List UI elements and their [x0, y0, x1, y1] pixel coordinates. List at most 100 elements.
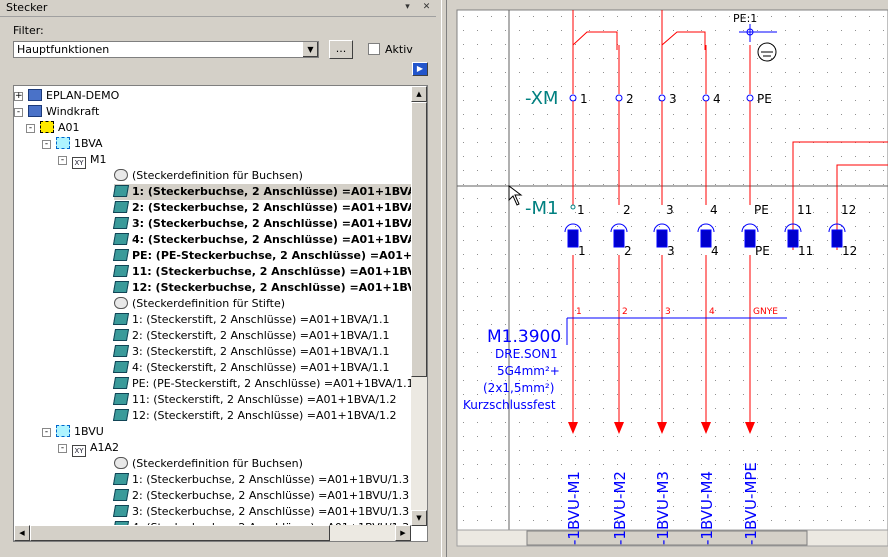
socket-icon: [112, 505, 130, 517]
tree-item[interactable]: 3: (Steckerbuchse, 2 Anschlüsse) =A01+1B…: [112, 216, 428, 232]
tree-item[interactable]: 1: (Steckerbuchse, 2 Anschlüsse) =A01+1B…: [112, 184, 428, 200]
tree-item-label: PE: (PE-Steckerbuchse, 2 Anschlüsse) =A0…: [132, 249, 428, 262]
xm-terminal-label: PE: [757, 92, 772, 106]
pe-top-label: PE:1: [733, 12, 757, 25]
location-icon: [56, 137, 70, 149]
tree-item[interactable]: (Steckerdefinition für Buchsen): [114, 168, 303, 184]
tree-item[interactable]: 2: (Steckerstift, 2 Anschlüsse) =A01+1BV…: [112, 328, 389, 344]
wire-number: 3: [665, 307, 671, 317]
target-label: -1BVU-M2: [611, 471, 629, 545]
tree-item[interactable]: 3: (Steckerbuchse, 2 Anschlüsse) =A01+1B…: [112, 504, 409, 520]
tree-item[interactable]: 2: (Steckerbuchse, 2 Anschlüsse) =A01+1B…: [112, 488, 409, 504]
tree-expander-icon[interactable]: -: [42, 140, 51, 149]
horizontal-scrollbar[interactable]: ◀ ▶: [14, 525, 411, 541]
socket-icon: [112, 217, 130, 229]
plug-pin-icon: [656, 229, 668, 248]
target-label: -1BVU-M4: [698, 471, 716, 545]
tree-item-label: M1: [90, 153, 107, 166]
tree-expander-icon[interactable]: -: [42, 428, 51, 437]
tree-expander-icon[interactable]: +: [14, 92, 23, 101]
xm-terminal: [746, 94, 754, 102]
tree-item[interactable]: 1: (Steckerstift, 2 Anschlüsse) =A01+1BV…: [112, 312, 390, 328]
tree-item[interactable]: 1: (Steckerbuchse, 2 Anschlüsse) =A01+1B…: [112, 472, 409, 488]
tree-item[interactable]: 4: (Steckerstift, 2 Anschlüsse) =A01+1BV…: [112, 360, 389, 376]
tree-item-label: (Steckerdefinition für Buchsen): [132, 169, 303, 182]
tree-expander-icon[interactable]: -: [26, 124, 35, 133]
tree-item[interactable]: PE: (PE-Steckerstift, 2 Anschlüsse) =A01…: [112, 376, 414, 392]
target-label: -1BVU-MPE: [742, 462, 760, 545]
tree-item[interactable]: 1BVA: [56, 136, 103, 152]
tree-item[interactable]: 11: (Steckerbuchse, 2 Anschlüsse) =A01+1…: [112, 264, 427, 280]
vertical-scrollbar[interactable]: ▲ ▼: [411, 86, 427, 526]
xm-terminal: [702, 94, 710, 102]
sheet-background: [456, 9, 888, 538]
target-label: -1BVU-M1: [565, 471, 583, 545]
location-icon: [56, 425, 70, 437]
plug-pin-icon: [744, 229, 756, 248]
scroll-thumb[interactable]: [411, 102, 427, 377]
pin-icon[interactable]: ▾: [402, 2, 413, 13]
tree-item[interactable]: XY M1: [72, 152, 107, 169]
hscroll-thumb[interactable]: [30, 525, 330, 541]
wire-number: 2: [622, 307, 628, 317]
m1-top-label: 4: [710, 203, 718, 217]
browse-button[interactable]: ...: [329, 40, 353, 59]
scroll-left-icon[interactable]: ◀: [14, 525, 30, 541]
plug-pin-icon: [787, 229, 799, 248]
tree-item[interactable]: XY A1A2: [72, 440, 119, 457]
tree-item-label: (Steckerdefinition für Stifte): [132, 297, 286, 310]
close-icon[interactable]: ✕: [421, 2, 432, 13]
tree-item[interactable]: Windkraft: [28, 104, 99, 120]
active-checkbox[interactable]: [368, 43, 380, 55]
tree-item[interactable]: PE: (PE-Steckerbuchse, 2 Anschlüsse) =A0…: [112, 248, 428, 264]
tree-item[interactable]: 12: (Steckerstift, 2 Anschlüsse) =A01+1B…: [112, 408, 396, 424]
tree-expander-icon[interactable]: -: [58, 156, 67, 165]
socket-icon: [112, 281, 130, 293]
plug-pin-icon: [831, 229, 843, 248]
tree-item[interactable]: A01: [40, 120, 80, 136]
tree-expander-icon[interactable]: -: [14, 108, 23, 117]
pin-icon: [112, 377, 130, 389]
cable-id: M1.3900: [487, 327, 561, 347]
definition-icon: [114, 169, 128, 181]
pin-icon: [112, 409, 130, 421]
pin-icon: [112, 329, 130, 341]
tree-item-label: 3: (Steckerbuchse, 2 Anschlüsse) =A01+1B…: [132, 217, 428, 230]
tree-item[interactable]: EPLAN-DEMO: [28, 88, 119, 104]
tree-item[interactable]: 12: (Steckerbuchse, 2 Anschlüsse) =A01+1…: [112, 280, 427, 296]
xy-device-icon: XY: [72, 445, 86, 457]
socket-icon: [112, 249, 130, 261]
schematic-canvas[interactable]: PE:1 -XM 1 2 3 4 PE -M1 1 1 2 2 3 3 4 4 PE PE 11 11 12 12 1 2 3 4…: [447, 0, 888, 557]
scroll-right-icon[interactable]: ▶: [395, 525, 411, 541]
m1-bottom-label: 4: [711, 244, 719, 258]
scroll-down-icon[interactable]: ▼: [411, 510, 427, 526]
m1-top-label: 12: [841, 203, 856, 217]
tree-item-label: PE: (PE-Steckerstift, 2 Anschlüsse) =A01…: [132, 377, 414, 390]
filter-select[interactable]: Hauptfunktionen ▼: [13, 41, 319, 58]
tree-item-label: 1: (Steckerbuchse, 2 Anschlüsse) =A01+1B…: [132, 185, 428, 198]
chevron-down-icon[interactable]: ▼: [302, 42, 318, 57]
tree-item[interactable]: 1BVU: [56, 424, 104, 440]
tree-item-label: 1: (Steckerstift, 2 Anschlüsse) =A01+1BV…: [132, 313, 390, 326]
tree-item[interactable]: 2: (Steckerbuchse, 2 Anschlüsse) =A01+1B…: [112, 200, 427, 216]
xm-terminal-label: 4: [713, 92, 721, 106]
xm-label: -XM: [525, 88, 558, 109]
m1-top-label: PE: [754, 203, 769, 217]
tree-item-label: (Steckerdefinition für Buchsen): [132, 457, 303, 470]
tree-expander-icon[interactable]: -: [58, 444, 67, 453]
tree-item[interactable]: 3: (Steckerstift, 2 Anschlüsse) =A01+1BV…: [112, 344, 389, 360]
connector-tree[interactable]: + EPLAN-DEMO - Windkraft - A01-1BVA - XY M1 (Stec…: [13, 85, 428, 542]
tree-item-label: 4: (Steckerbuchse, 2 Anschlüsse) =A01+1B…: [132, 233, 428, 246]
tree-item[interactable]: (Steckerdefinition für Stifte): [114, 296, 285, 312]
xm-terminal-label: 2: [626, 92, 634, 106]
scroll-up-icon[interactable]: ▲: [411, 86, 427, 102]
m1-label: -M1: [525, 198, 558, 219]
play-icon[interactable]: ▶: [412, 62, 428, 76]
tree-item[interactable]: (Steckerdefinition für Buchsen): [114, 456, 303, 472]
m1-top-label: 1: [577, 203, 585, 217]
filter-label: Filter:: [13, 24, 44, 37]
schematic-drawing[interactable]: PE:1-XM 1 2 3 4 PE-M1 11223344PEPE111112121 2 3 4…: [447, 0, 888, 557]
tree-item[interactable]: 4: (Steckerbuchse, 2 Anschlüsse) =A01+1B…: [112, 232, 428, 248]
socket-icon: [112, 233, 130, 245]
tree-item[interactable]: 11: (Steckerstift, 2 Anschlüsse) =A01+1B…: [112, 392, 396, 408]
